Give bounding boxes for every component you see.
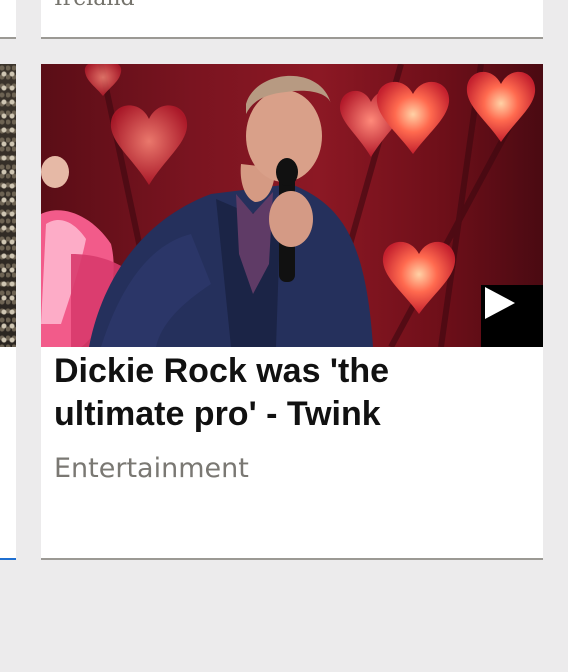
article-headline[interactable]: Dickie Rock was 'the ultimate pro' - Twi… (54, 350, 524, 436)
previous-card-text: Ireland (54, 0, 135, 11)
article-thumbnail[interactable] (41, 64, 543, 347)
article-category[interactable]: Entertainment (54, 453, 249, 484)
article-card[interactable]: Dickie Rock was 'the ultimate pro' - Twi… (41, 64, 543, 560)
neighbour-card-top-left[interactable] (0, 0, 16, 39)
neighbour-article-card[interactable] (0, 64, 16, 560)
neighbour-thumbnail (0, 64, 16, 347)
video-badge (481, 285, 543, 347)
thumbnail-image (41, 64, 536, 347)
play-icon (485, 287, 515, 319)
previous-article-card[interactable]: Ireland (41, 0, 543, 39)
